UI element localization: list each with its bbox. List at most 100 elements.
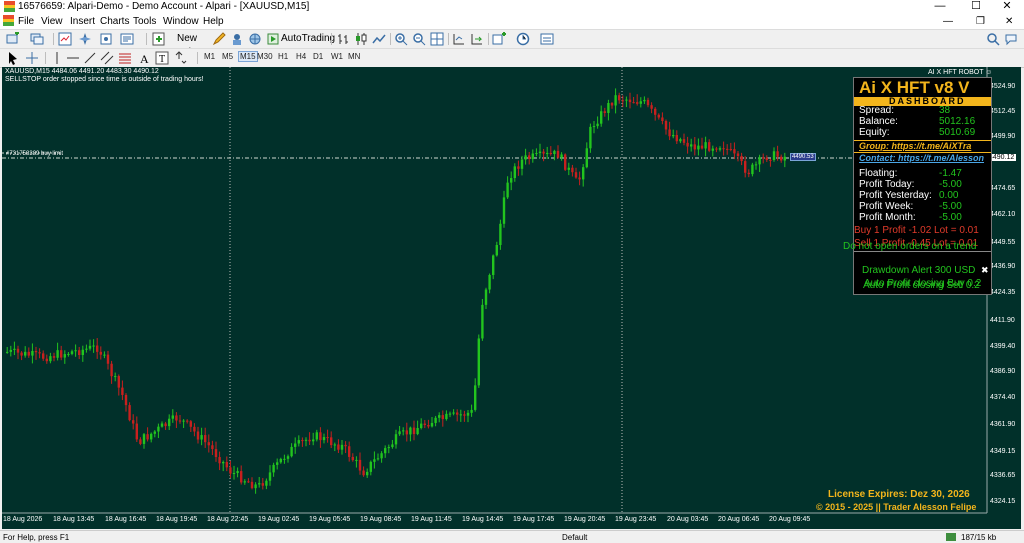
- mdi-restore-button[interactable]: ❐: [976, 16, 985, 27]
- candle-body: [783, 156, 786, 161]
- buy-positions-line: Buy 1 Profit -1.02 Lot = 0.01: [854, 225, 979, 236]
- auto-scroll-icon[interactable]: [470, 32, 484, 46]
- period-mn[interactable]: MN: [348, 52, 360, 61]
- indicators-icon[interactable]: [492, 32, 506, 46]
- text-icon[interactable]: A: [137, 51, 151, 66]
- menu-file[interactable]: File: [18, 15, 34, 28]
- trendline-icon[interactable]: [83, 51, 97, 65]
- signals-icon[interactable]: [230, 32, 244, 46]
- new-order-button[interactable]: New Order: [167, 32, 207, 58]
- price-marker[interactable]: 4490.53: [790, 153, 816, 161]
- candle-body: [189, 421, 192, 427]
- candle-body: [636, 102, 639, 104]
- market-watch-icon[interactable]: [58, 32, 72, 46]
- periodicity-icon[interactable]: [516, 32, 530, 46]
- mdi-close-button[interactable]: ✕: [1005, 16, 1013, 27]
- data-window-icon[interactable]: [99, 32, 113, 46]
- menu-window[interactable]: Window: [163, 15, 199, 28]
- period-m30[interactable]: M30: [257, 52, 273, 61]
- pending-order-label[interactable]: #731758389 buy limit: [6, 151, 63, 157]
- autotrading-button[interactable]: AutoTrading: [281, 32, 335, 46]
- candle-body: [661, 117, 664, 121]
- candle-body: [265, 480, 268, 486]
- candle-body: [409, 427, 412, 435]
- group-link[interactable]: Group: https://t.me/AiXTra: [859, 141, 971, 151]
- crosshair-icon[interactable]: [25, 51, 39, 65]
- candle-body: [142, 434, 146, 444]
- candle-body: [751, 164, 754, 175]
- candlestick-icon[interactable]: [354, 32, 368, 46]
- candle-body: [621, 100, 624, 102]
- menu-view[interactable]: View: [41, 15, 63, 28]
- period-d1[interactable]: D1: [313, 52, 323, 61]
- navigator-icon[interactable]: [78, 32, 92, 46]
- candle-body: [13, 348, 16, 350]
- profiles-icon[interactable]: [30, 32, 44, 46]
- price-tick: 4411.90: [990, 317, 1015, 324]
- candle-body: [337, 444, 340, 450]
- chart-shift-icon[interactable]: [452, 32, 466, 46]
- period-w1[interactable]: W1: [331, 52, 343, 61]
- channel-icon[interactable]: [100, 51, 114, 65]
- new-chart-icon[interactable]: [6, 31, 20, 46]
- autotrading-icon[interactable]: [266, 32, 280, 46]
- candle-body: [27, 351, 30, 356]
- tile-windows-icon[interactable]: [430, 32, 444, 46]
- fibonacci-icon[interactable]: [118, 51, 132, 65]
- drawdown-alert: Drawdown Alert 300 USD: [862, 265, 976, 276]
- contact-link[interactable]: Contact: https://t.me/Alesson: [859, 153, 984, 163]
- chart-window-icon[interactable]: [3, 15, 14, 26]
- vertical-line-icon[interactable]: [50, 51, 64, 65]
- time-tick: 19 Aug 14:45: [462, 516, 504, 523]
- profit-yesterday-label: Profit Yesterday:: [859, 190, 932, 201]
- chat-icon[interactable]: [1004, 32, 1018, 46]
- price-chart[interactable]: XAUUSD,M15 4484.06 4491.20 4483.30 4490.…: [2, 67, 1021, 529]
- minimize-button[interactable]: —: [923, 0, 957, 14]
- metaeditor-icon[interactable]: [212, 32, 226, 46]
- candle-body: [88, 345, 92, 349]
- candle-body: [121, 387, 124, 395]
- templates-icon[interactable]: [540, 32, 554, 46]
- candle-body: [214, 449, 218, 458]
- text-label-icon[interactable]: T: [155, 51, 169, 65]
- close-icon[interactable]: ✖: [981, 265, 989, 276]
- candle-body: [103, 354, 106, 356]
- period-m5[interactable]: M5: [222, 52, 233, 61]
- zoom-out-icon[interactable]: [412, 32, 426, 46]
- web-icon[interactable]: [248, 32, 262, 46]
- bar-chart-icon[interactable]: [336, 32, 350, 46]
- candle-body: [243, 481, 246, 483]
- arrows-icon[interactable]: [173, 51, 187, 65]
- candle-body: [679, 139, 682, 142]
- menu-help[interactable]: Help: [203, 15, 224, 28]
- horizontal-line-icon[interactable]: [66, 51, 80, 65]
- profit-today-label: Profit Today:: [859, 179, 915, 190]
- menu-insert[interactable]: Insert: [70, 15, 95, 28]
- candle-body: [470, 409, 473, 413]
- license-expiry: License Expires: Dez 30, 2026: [828, 489, 970, 500]
- period-m1[interactable]: M1: [204, 52, 215, 61]
- close-button[interactable]: ✕: [990, 0, 1024, 14]
- new-order-icon[interactable]: [152, 32, 166, 46]
- time-tick: 19 Aug 17:45: [513, 516, 555, 523]
- period-h1[interactable]: H1: [278, 52, 288, 61]
- candle-body: [430, 422, 434, 427]
- menu-tools[interactable]: Tools: [133, 15, 156, 28]
- mdi-minimize-button[interactable]: —: [943, 16, 953, 27]
- period-m15[interactable]: M15: [238, 51, 258, 62]
- candle-body: [160, 423, 164, 427]
- candle-body: [232, 472, 236, 474]
- cursor-icon[interactable]: [6, 51, 20, 65]
- menu-charts[interactable]: Charts: [100, 15, 129, 28]
- terminal-icon[interactable]: [120, 32, 134, 46]
- candle-body: [776, 151, 779, 157]
- balance-value: 5012.16: [939, 116, 976, 127]
- search-icon[interactable]: [986, 32, 1000, 46]
- candle-body: [139, 439, 142, 444]
- candle-body: [9, 349, 12, 352]
- candle-body: [448, 413, 452, 415]
- maximize-button[interactable]: ☐: [959, 0, 993, 14]
- period-h4[interactable]: H4: [296, 52, 306, 61]
- line-chart-icon[interactable]: [372, 32, 386, 46]
- zoom-in-icon[interactable]: [394, 32, 408, 46]
